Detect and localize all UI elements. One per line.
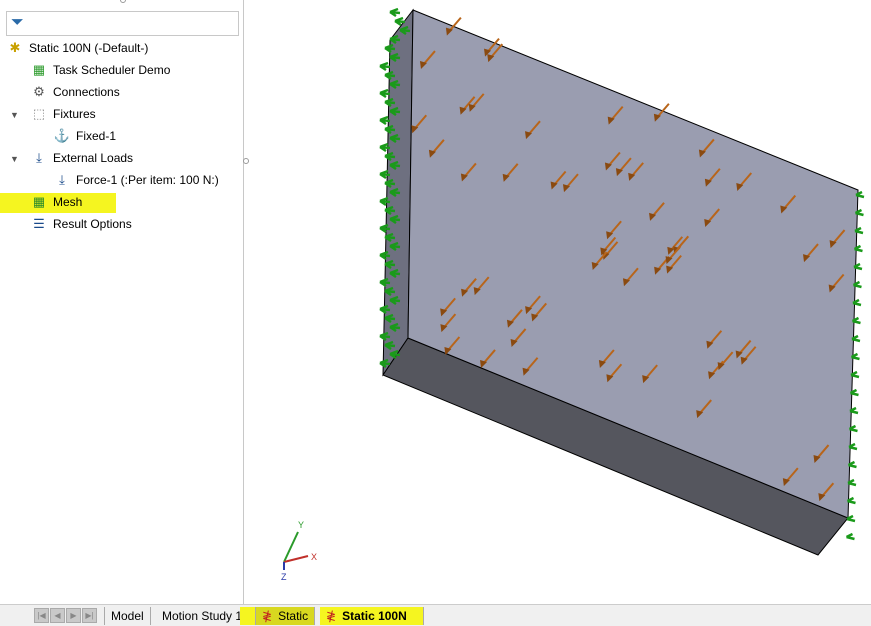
triad-z-label: Z bbox=[281, 572, 287, 582]
tree-root[interactable]: ✱ Static 100N (-Default-) bbox=[6, 38, 149, 58]
tree-item-label: Result Options bbox=[53, 217, 132, 231]
expand-loads-toggle[interactable]: ▼ bbox=[10, 154, 19, 164]
tab-model[interactable]: Model bbox=[104, 607, 151, 625]
list-icon: ☰ bbox=[33, 216, 45, 231]
last-tab-button[interactable]: ▶| bbox=[82, 608, 97, 623]
mesh-icon: ▦ bbox=[32, 194, 46, 209]
fixtures-icon: ⬚ bbox=[32, 106, 46, 121]
tab-highlight bbox=[240, 607, 256, 625]
tab-label: Static bbox=[278, 609, 309, 623]
tree-item-connections[interactable]: ⚙ Connections bbox=[30, 82, 120, 102]
tree-item-force-1[interactable]: ⤓ Force-1 (:Per item: 100 N:) bbox=[53, 170, 219, 190]
bolt-icon: ⚙ bbox=[33, 84, 45, 99]
tab-static[interactable]: ≹ Static bbox=[256, 607, 316, 625]
fixture-symbol bbox=[379, 61, 391, 72]
part-icon: ▦ bbox=[32, 62, 46, 77]
tree-item-task-scheduler[interactable]: ▦ Task Scheduler Demo bbox=[30, 60, 171, 80]
fixture-symbol bbox=[389, 7, 401, 18]
tree-item-label: Task Scheduler Demo bbox=[53, 63, 171, 77]
tree-item-external-loads[interactable]: ⤓ External Loads bbox=[30, 148, 133, 168]
coordinate-triad: Y X Z bbox=[281, 520, 317, 582]
tree-item-label: Mesh bbox=[53, 195, 83, 209]
tree-item-label: Connections bbox=[53, 85, 120, 99]
external-loads-icon: ⤓ bbox=[36, 150, 42, 165]
study-tab-icon: ≹ bbox=[262, 609, 273, 623]
model-scene: Y X Z bbox=[281, 7, 865, 582]
tree-item-label: Fixtures bbox=[53, 107, 96, 121]
bottom-tab-bar: |◀ ◀ ▶ ▶| Model Motion Study 1 ≹ Static ≹… bbox=[0, 604, 871, 626]
funnel-icon[interactable]: ⏷ bbox=[11, 14, 24, 32]
tree-item-label: Fixed-1 bbox=[76, 129, 117, 143]
first-tab-button[interactable]: |◀ bbox=[34, 608, 49, 623]
study-icon: ✱ bbox=[9, 40, 21, 55]
tab-static-100n[interactable]: ≹ Static 100N bbox=[320, 607, 424, 625]
feature-tree-panel: ⏷ ✱ Static 100N (-Default-) ▦ Task Schedul… bbox=[0, 0, 244, 604]
triad-y-label: Y bbox=[298, 520, 304, 530]
anchor-icon: ⚓ bbox=[53, 128, 71, 143]
tree-root-label: Static 100N (-Default-) bbox=[29, 41, 149, 55]
force-arrow-icon: ⤓ bbox=[59, 172, 65, 187]
tree-item-label: Force-1 (:Per item: 100 N:) bbox=[76, 173, 219, 187]
tree-item-mesh[interactable]: ▦ Mesh bbox=[30, 192, 83, 212]
tree-item-label: External Loads bbox=[53, 151, 134, 165]
tree-item-fixed-1[interactable]: ⚓ Fixed-1 bbox=[53, 126, 116, 146]
graphics-viewport[interactable]: Y X Z bbox=[250, 0, 871, 604]
tab-label: Motion Study 1 bbox=[162, 609, 243, 623]
tab-label: Static 100N bbox=[342, 609, 407, 623]
tree-item-result-options[interactable]: ☰ Result Options bbox=[30, 214, 132, 234]
fixture-symbol bbox=[845, 532, 855, 541]
expand-fixtures-toggle[interactable]: ▼ bbox=[10, 110, 19, 120]
tree-item-fixtures[interactable]: ⬚ Fixtures bbox=[30, 104, 96, 124]
triad-x-label: X bbox=[311, 552, 317, 562]
filter-bar[interactable]: ⏷ bbox=[6, 11, 239, 36]
panel-collapse-handle[interactable] bbox=[243, 158, 249, 164]
tab-label: Model bbox=[111, 609, 144, 623]
next-tab-button[interactable]: ▶ bbox=[66, 608, 81, 623]
prev-tab-button[interactable]: ◀ bbox=[50, 608, 65, 623]
study-tab-icon: ≹ bbox=[326, 609, 337, 623]
tab-motion-study-1[interactable]: Motion Study 1 bbox=[156, 607, 250, 625]
